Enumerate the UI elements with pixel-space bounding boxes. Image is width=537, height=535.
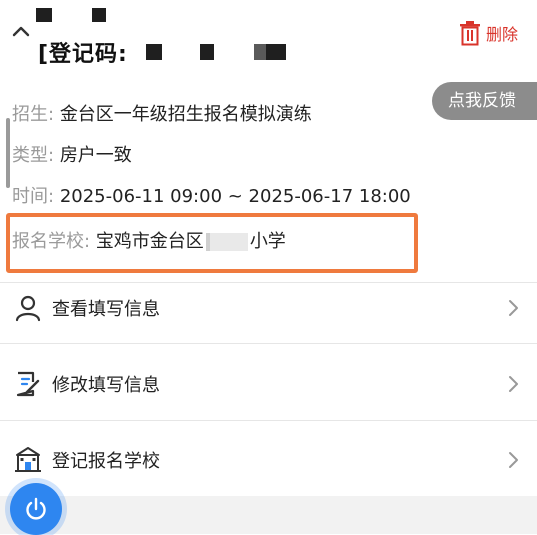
feedback-button[interactable]: 点我反馈 (432, 82, 537, 120)
menu-item-label: 登记报名学校 (52, 451, 160, 472)
menu-item-register-school[interactable]: 登记报名学校 (0, 432, 537, 488)
redacted-code (200, 44, 214, 60)
chevron-right-icon (509, 452, 518, 468)
type-label: 类型: (12, 145, 55, 166)
bottom-band (0, 496, 537, 534)
enroll-label: 招生: (12, 104, 55, 125)
type-row: 类型: 房户一致 (12, 141, 132, 167)
menu-item-edit-info[interactable]: 修改填写信息 (0, 356, 537, 412)
power-button[interactable] (10, 483, 62, 535)
scroll-indicator (6, 118, 10, 188)
divider (0, 420, 537, 421)
redacted-block (92, 8, 106, 22)
edit-document-icon (16, 371, 40, 397)
redacted-school-name (205, 233, 248, 251)
user-icon (15, 295, 41, 322)
menu-item-label: 修改填写信息 (52, 375, 160, 396)
delete-label: 删除 (486, 25, 519, 44)
chevron-right-icon (509, 300, 518, 316)
menu-item-label: 查看填写信息 (52, 299, 160, 320)
power-icon (26, 497, 46, 520)
trash-icon (460, 21, 480, 46)
school-row: 报名学校: 宝鸡市金台区 小学 (12, 227, 286, 253)
chevron-right-icon (509, 376, 518, 392)
redacted-code (266, 44, 286, 60)
redacted-code (146, 44, 162, 60)
enroll-row: 招生: 金台区一年级招生报名模拟演练 (12, 100, 312, 126)
delete-button[interactable]: 删除 (458, 20, 518, 46)
type-value: 房户一致 (59, 145, 132, 166)
redacted-block (36, 8, 52, 22)
school-value-prefix: 宝鸡市金台区 (95, 231, 204, 252)
time-label: 时间: (12, 186, 55, 207)
menu-item-view-info[interactable]: 查看填写信息 (0, 280, 537, 336)
chevron-up-icon[interactable] (12, 24, 30, 38)
time-row: 时间: 2025-06-11 09:00 ~ 2025-06-17 18:00 (12, 182, 411, 208)
redacted-code (254, 44, 266, 60)
registration-code-label: [登记码: (38, 42, 128, 67)
school-label: 报名学校: (12, 231, 91, 252)
divider (0, 343, 537, 344)
enroll-value: 金台区一年级招生报名模拟演练 (59, 104, 312, 125)
school-building-icon (15, 447, 41, 472)
school-value-suffix: 小学 (249, 231, 286, 252)
time-value: 2025-06-11 09:00 ~ 2025-06-17 18:00 (59, 186, 411, 207)
